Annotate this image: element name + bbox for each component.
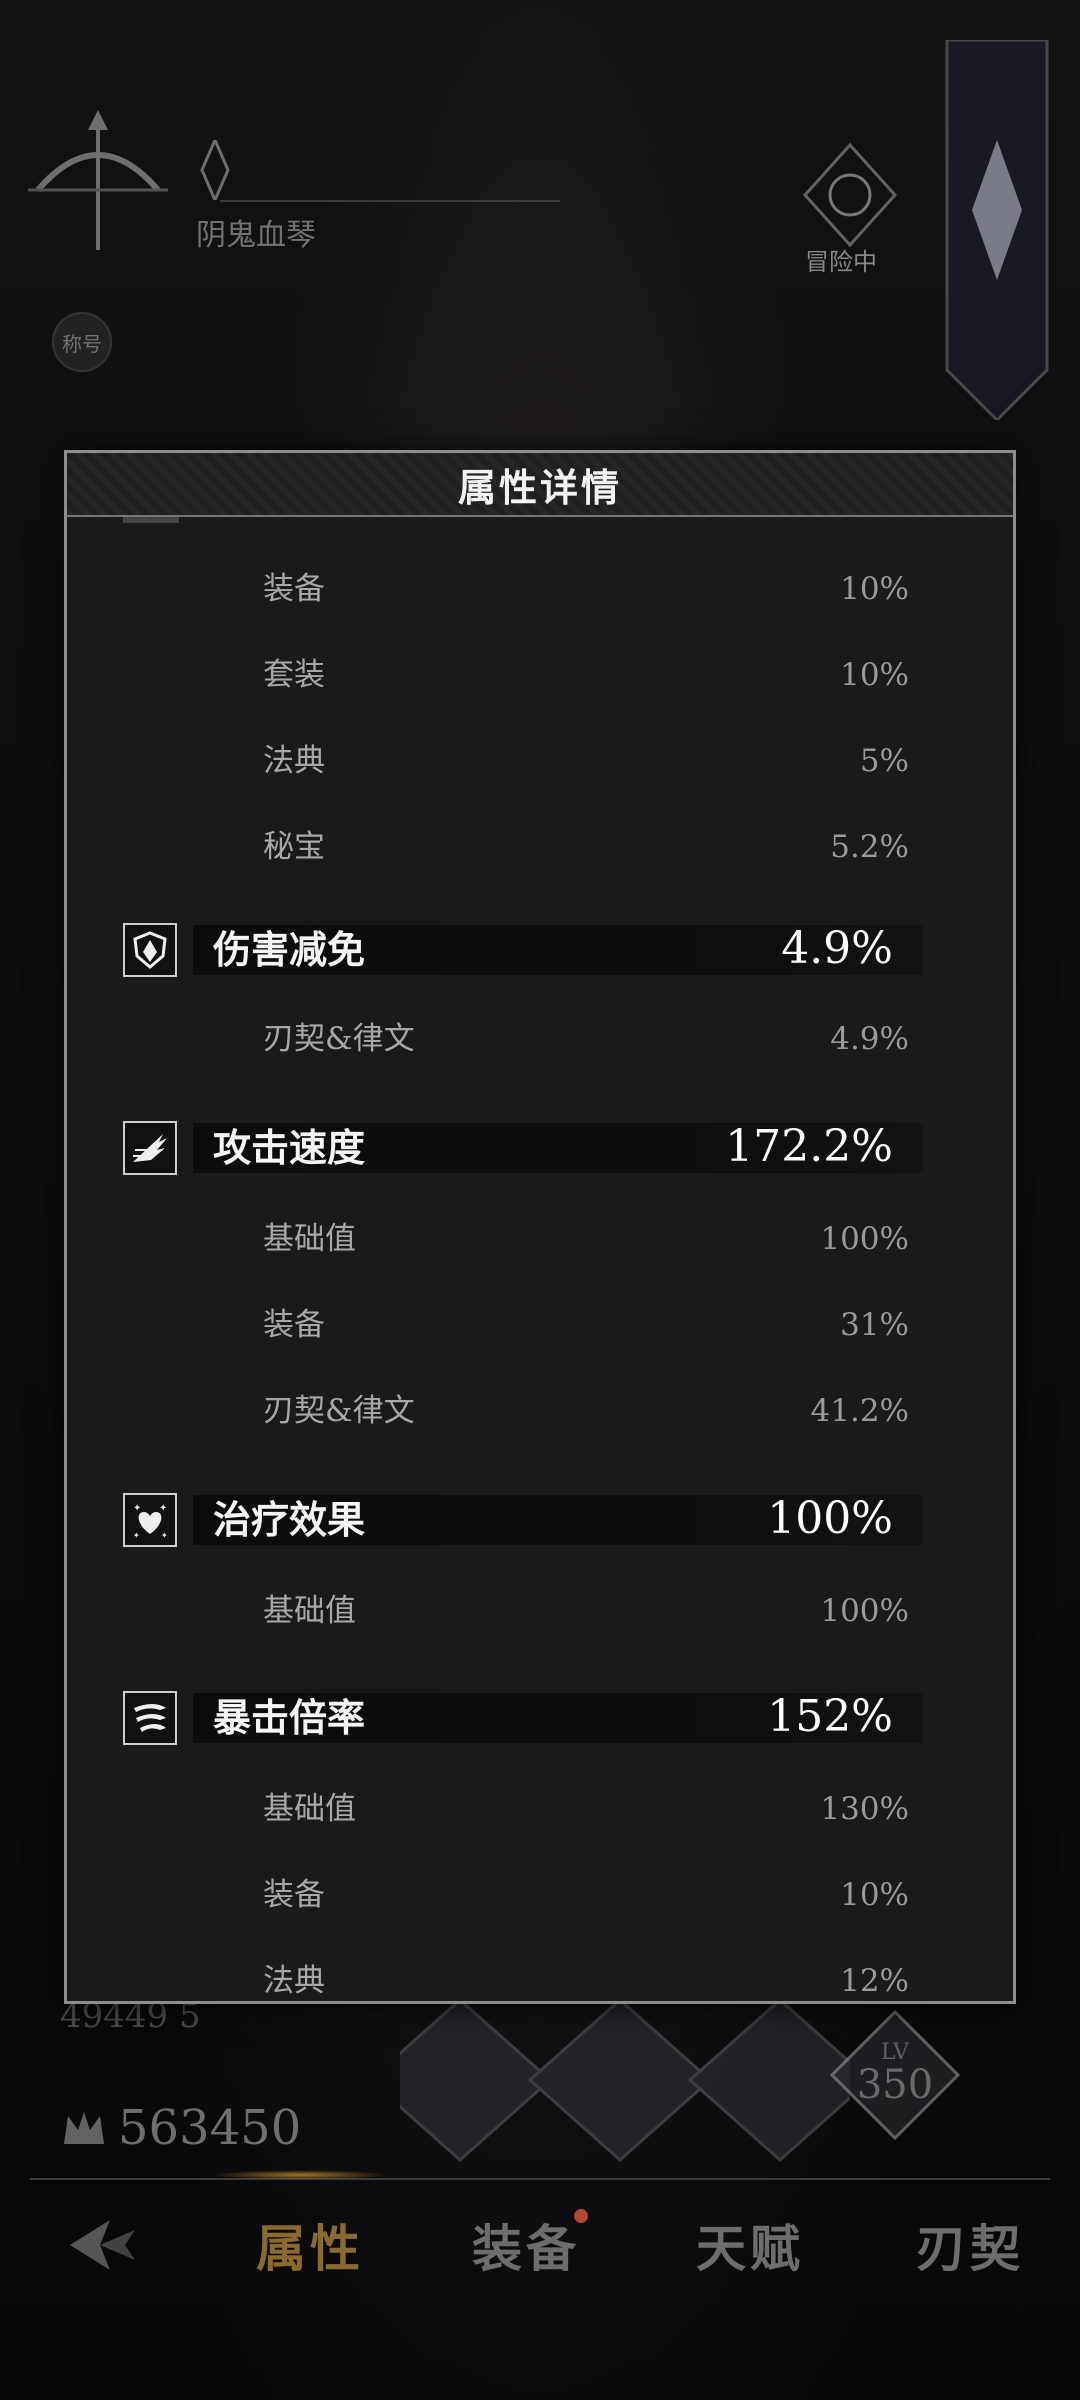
source-value: 5% (859, 743, 909, 779)
bottom-nav: 属性 装备 天赋 刃契 (0, 2190, 1080, 2300)
stat-header-crit-multiplier: 暴击倍率 152% (123, 1691, 923, 1745)
source-label: 套装 (263, 657, 325, 693)
notification-dot (574, 2209, 588, 2223)
source-label: 基础值 (263, 1593, 356, 1629)
combat-power-value: 563450 (118, 2100, 302, 2156)
attribute-source-row: 刃契&律文 4.9% (263, 1017, 909, 1061)
adventure-status-label: 冒险中 (805, 248, 877, 276)
cut-off-icon-edge (123, 517, 179, 523)
back-button[interactable] (0, 2215, 200, 2275)
source-value: 100% (820, 1593, 909, 1629)
attribute-source-row: 刃契&律文 41.2% (263, 1389, 909, 1433)
attribute-source-row: 装备 10% (263, 1873, 909, 1917)
source-label: 刃契&律文 (263, 1021, 415, 1057)
svg-text:✦: ✦ (133, 1503, 141, 1514)
rank-banner-icon[interactable] (942, 40, 1052, 420)
active-tab-glow (210, 2170, 390, 2180)
player-title: 阴鬼血琴 (196, 218, 316, 253)
attribute-list[interactable]: 装备 10% 套装 10% 法典 5% 秘宝 5.2% 伤害减免 4.9% 刃契… (67, 517, 1013, 2001)
dialog-title: 属性详情 (457, 464, 622, 510)
attribute-source-row: 套装 10% (263, 653, 909, 697)
bow-class-icon (28, 110, 168, 250)
attribute-source-row: 基础值 100% (263, 1589, 909, 1633)
source-value: 12% (840, 1963, 909, 1999)
wing-speed-icon (123, 1121, 177, 1175)
source-value: 4.9% (830, 1021, 909, 1057)
source-value: 130% (820, 1791, 909, 1827)
source-value: 41.2% (810, 1393, 909, 1429)
crown-icon (64, 2112, 104, 2144)
source-value: 10% (840, 571, 909, 607)
source-value: 10% (840, 657, 909, 693)
attribute-source-row: 法典 12% (263, 1959, 909, 2001)
stat-total-value: 4.9% (781, 923, 893, 974)
stat-total-value: 100% (767, 1493, 893, 1544)
attribute-source-row: 装备 31% (263, 1303, 909, 1347)
title-divider (220, 200, 560, 202)
tab-equipment-label: 装备 (472, 2219, 580, 2278)
level-value: 350 (856, 2062, 934, 2108)
diamond-marker-icon (200, 140, 230, 200)
stat-name: 治疗效果 (213, 1497, 366, 1542)
skill-slots[interactable] (400, 1990, 850, 2170)
stat-header-attack-speed: 攻击速度 172.2% (123, 1121, 923, 1175)
attribute-details-dialog[interactable]: 属性详情 装备 10% 套装 10% 法典 5% 秘宝 5.2% 伤害减免 4.… (64, 450, 1016, 2004)
source-label: 法典 (263, 743, 325, 779)
stat-name: 攻击速度 (213, 1125, 366, 1170)
source-value: 5.2% (830, 829, 909, 865)
source-label: 秘宝 (263, 829, 325, 865)
source-label: 基础值 (263, 1221, 356, 1257)
heart-sparkle-icon: ✦ ✦ ✦ ✦ (123, 1493, 177, 1547)
source-value: 31% (840, 1307, 909, 1343)
source-label: 基础值 (263, 1791, 356, 1827)
dialog-header: 属性详情 (67, 453, 1013, 517)
stat-total-value: 172.2% (725, 1121, 893, 1172)
svg-text:✦: ✦ (133, 1531, 140, 1540)
attribute-source-row: 法典 5% (263, 739, 909, 783)
source-value: 100% (820, 1221, 909, 1257)
tab-blade-pact[interactable]: 刃契 (860, 2209, 1080, 2281)
stat-total-value: 152% (767, 1691, 893, 1742)
combat-power: 563450 (60, 2100, 301, 2156)
title-badge-button[interactable]: 称号 (52, 312, 112, 372)
svg-text:✦: ✦ (161, 1531, 168, 1540)
bottom-nav-divider (30, 2178, 1050, 2180)
attribute-source-row: 秘宝 5.2% (263, 825, 909, 869)
tab-attributes[interactable]: 属性 (200, 2209, 420, 2281)
tab-equipment[interactable]: 装备 (420, 2209, 640, 2281)
stat-name: 伤害减免 (213, 927, 366, 972)
tab-talent[interactable]: 天赋 (640, 2209, 860, 2281)
source-label: 装备 (263, 1877, 325, 1913)
shield-icon (123, 923, 177, 977)
svg-text:✦: ✦ (159, 1503, 167, 1514)
stat-header-healing-effect: ✦ ✦ ✦ ✦ 治疗效果 100% (123, 1493, 923, 1547)
source-value: 10% (840, 1877, 909, 1913)
attribute-source-row: 基础值 100% (263, 1217, 909, 1261)
source-label: 刃契&律文 (263, 1393, 415, 1429)
stat-name: 暴击倍率 (213, 1695, 366, 1740)
stat-header-damage-reduction: 伤害减免 4.9% (123, 923, 923, 977)
level-badge: LV 350 (829, 2009, 961, 2141)
claw-slash-icon (123, 1691, 177, 1745)
attribute-source-row: 装备 10% (263, 567, 909, 611)
back-arrow-icon (70, 2220, 135, 2270)
source-label: 法典 (263, 1963, 325, 1999)
attribute-source-row: 基础值 130% (263, 1787, 909, 1831)
source-label: 装备 (263, 571, 325, 607)
source-label: 装备 (263, 1307, 325, 1343)
